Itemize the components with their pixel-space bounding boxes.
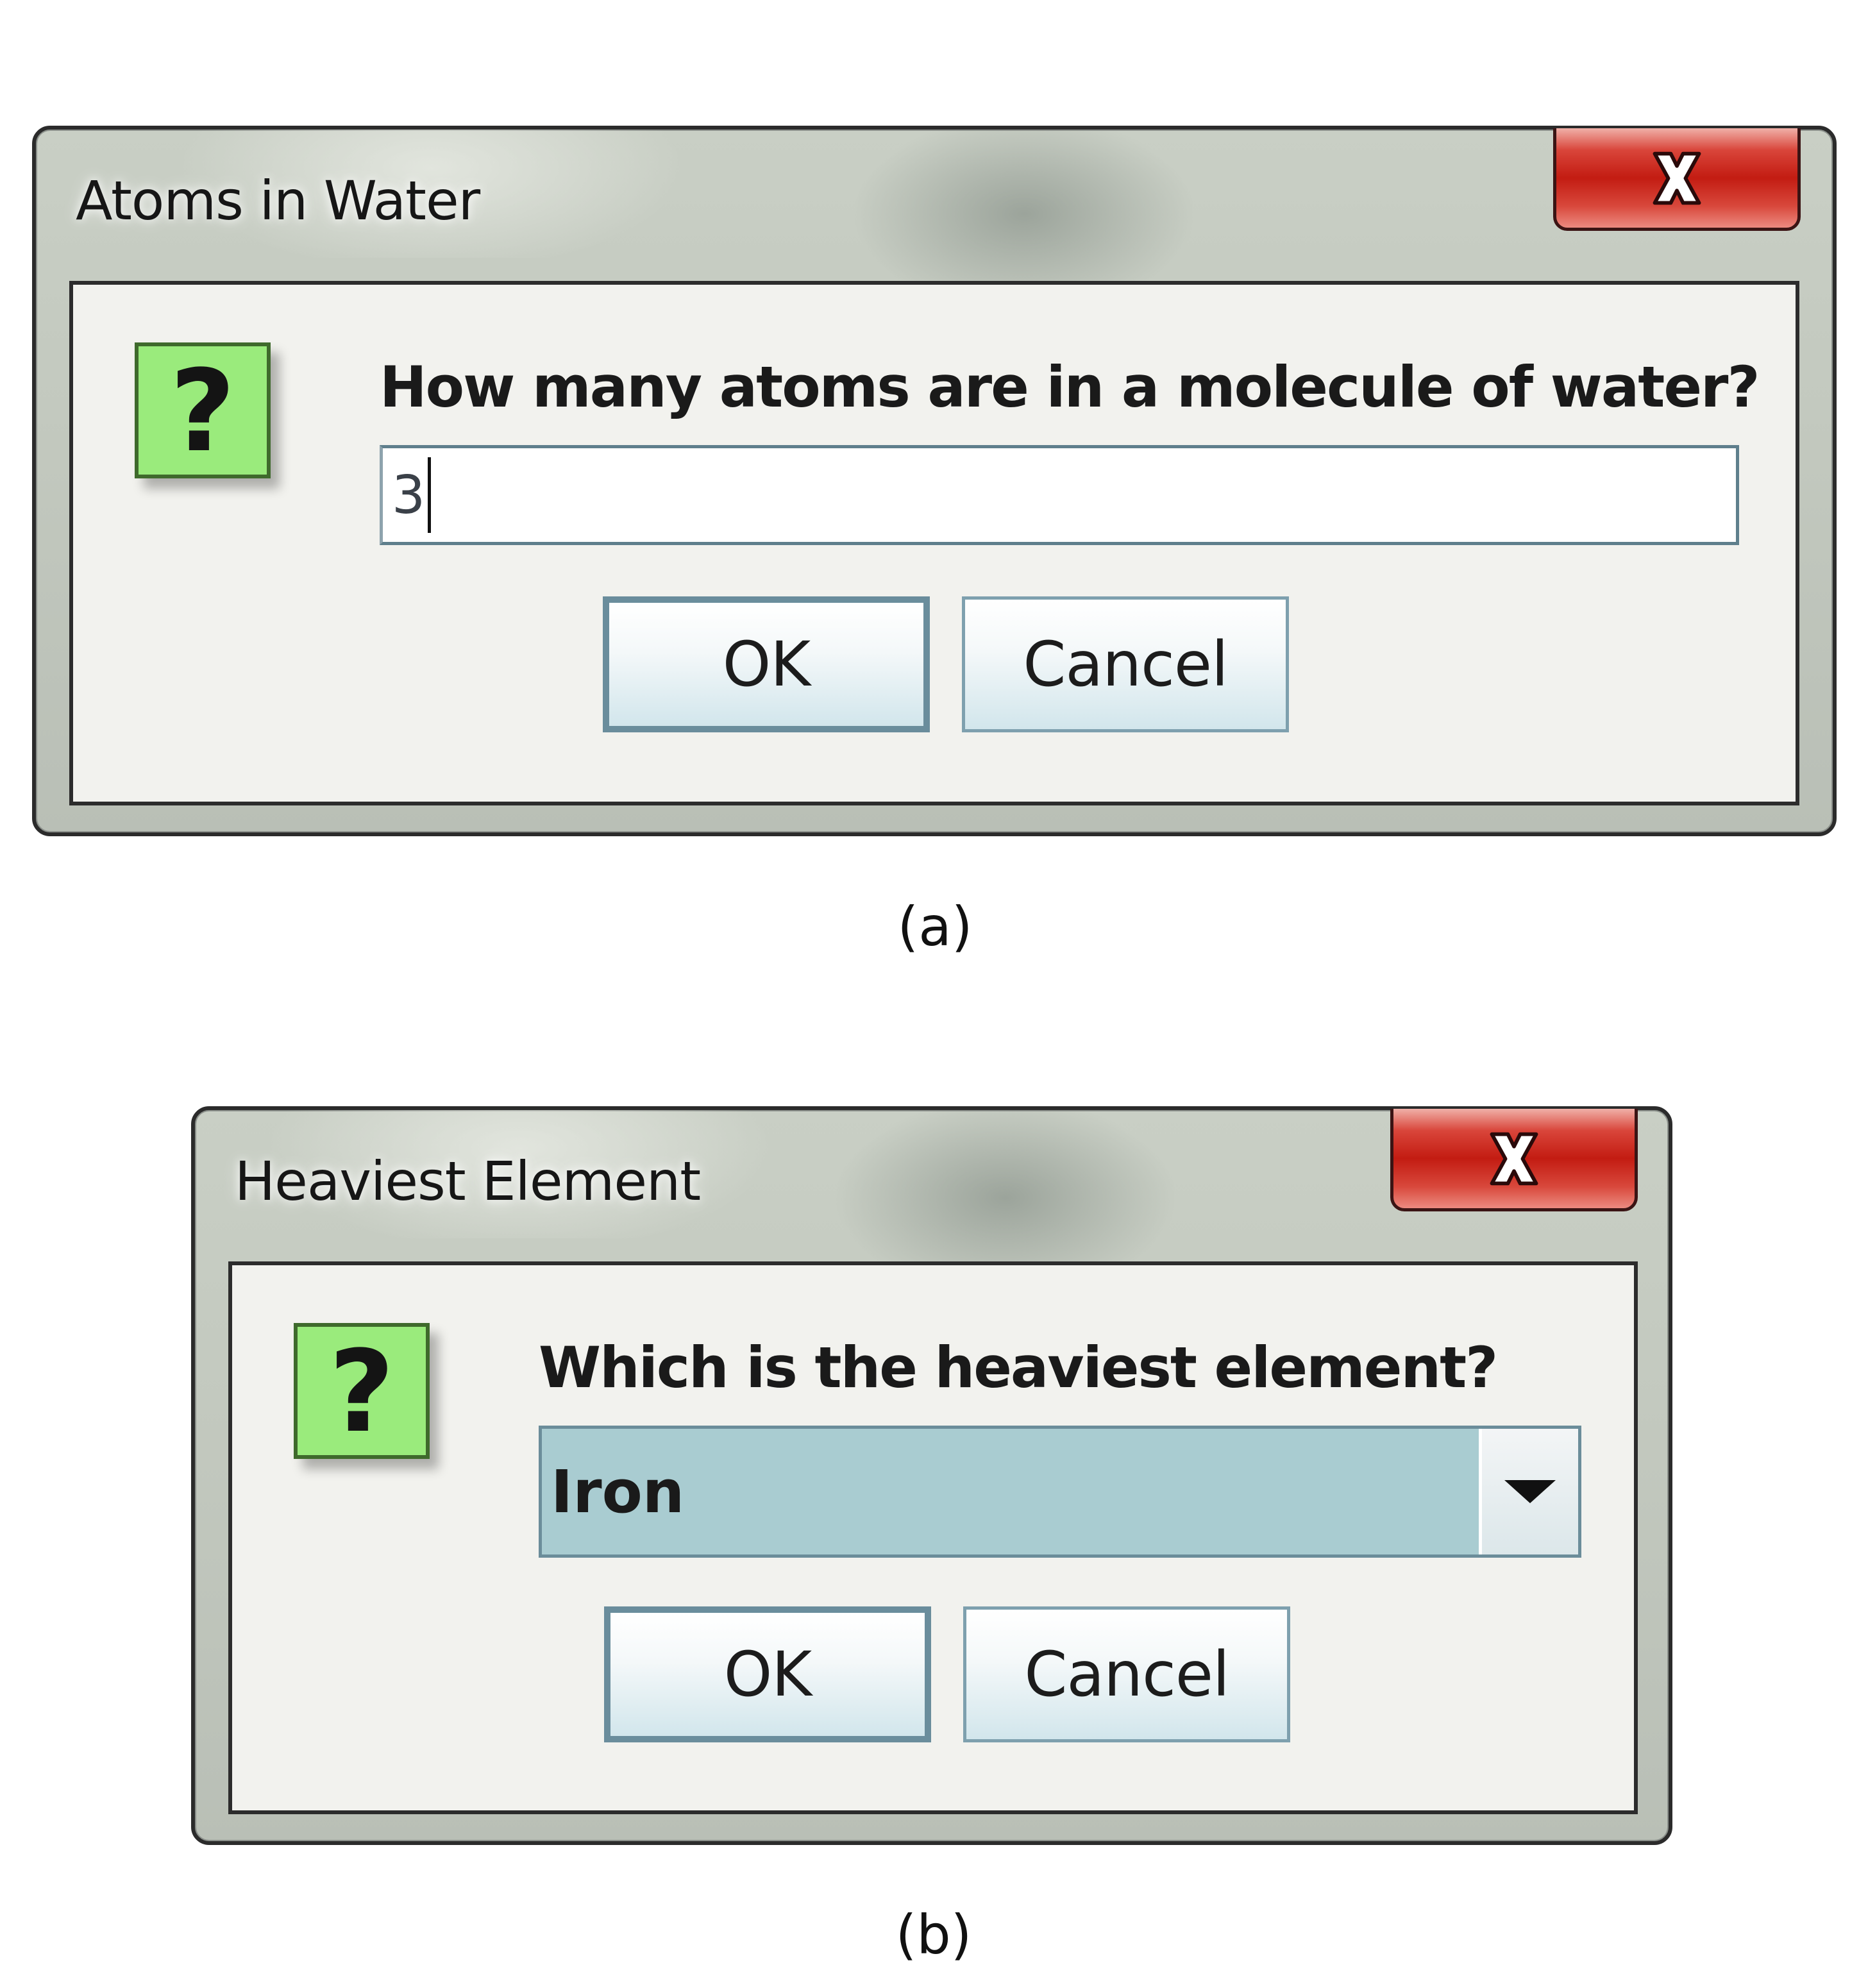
figure-caption-b: (b) bbox=[895, 1903, 972, 1966]
cancel-button[interactable]: Cancel bbox=[963, 1606, 1290, 1742]
question-label: Which is the heaviest element? bbox=[539, 1335, 1498, 1401]
element-combo-box[interactable]: Iron bbox=[539, 1426, 1581, 1558]
figure-caption-a: (a) bbox=[897, 895, 973, 958]
combo-selected-value: Iron bbox=[542, 1429, 1482, 1554]
dialog-title: Atoms in Water bbox=[76, 169, 480, 232]
question-mark-icon: ? bbox=[294, 1323, 430, 1459]
close-icon bbox=[1490, 1132, 1538, 1185]
cancel-button[interactable]: Cancel bbox=[962, 596, 1289, 732]
input-dialog-heaviest-element: Heaviest Element ? Which is the heaviest… bbox=[191, 1106, 1672, 1845]
question-label: How many atoms are in a molecule of wate… bbox=[380, 354, 1760, 420]
text-caret bbox=[428, 457, 432, 533]
combo-dropdown-button[interactable] bbox=[1482, 1429, 1578, 1554]
question-mark-icon: ? bbox=[135, 342, 271, 478]
close-button[interactable] bbox=[1390, 1109, 1638, 1211]
dialog-content-panel: ? Which is the heaviest element? Iron OK… bbox=[228, 1261, 1638, 1814]
question-glyph: ? bbox=[328, 1326, 395, 1458]
answer-text-field[interactable]: 3 bbox=[380, 445, 1739, 545]
ok-button[interactable]: OK bbox=[604, 1606, 931, 1742]
chevron-down-icon bbox=[1504, 1480, 1556, 1503]
input-dialog-atoms-in-water: Atoms in Water ? How many atoms are in a… bbox=[32, 126, 1837, 836]
dialog-title: Heaviest Element bbox=[235, 1150, 701, 1213]
answer-value: 3 bbox=[392, 464, 426, 526]
ok-button[interactable]: OK bbox=[603, 596, 930, 732]
close-button[interactable] bbox=[1553, 128, 1801, 231]
question-glyph: ? bbox=[169, 346, 236, 477]
close-icon bbox=[1653, 151, 1701, 205]
dialog-content-panel: ? How many atoms are in a molecule of wa… bbox=[69, 281, 1799, 805]
